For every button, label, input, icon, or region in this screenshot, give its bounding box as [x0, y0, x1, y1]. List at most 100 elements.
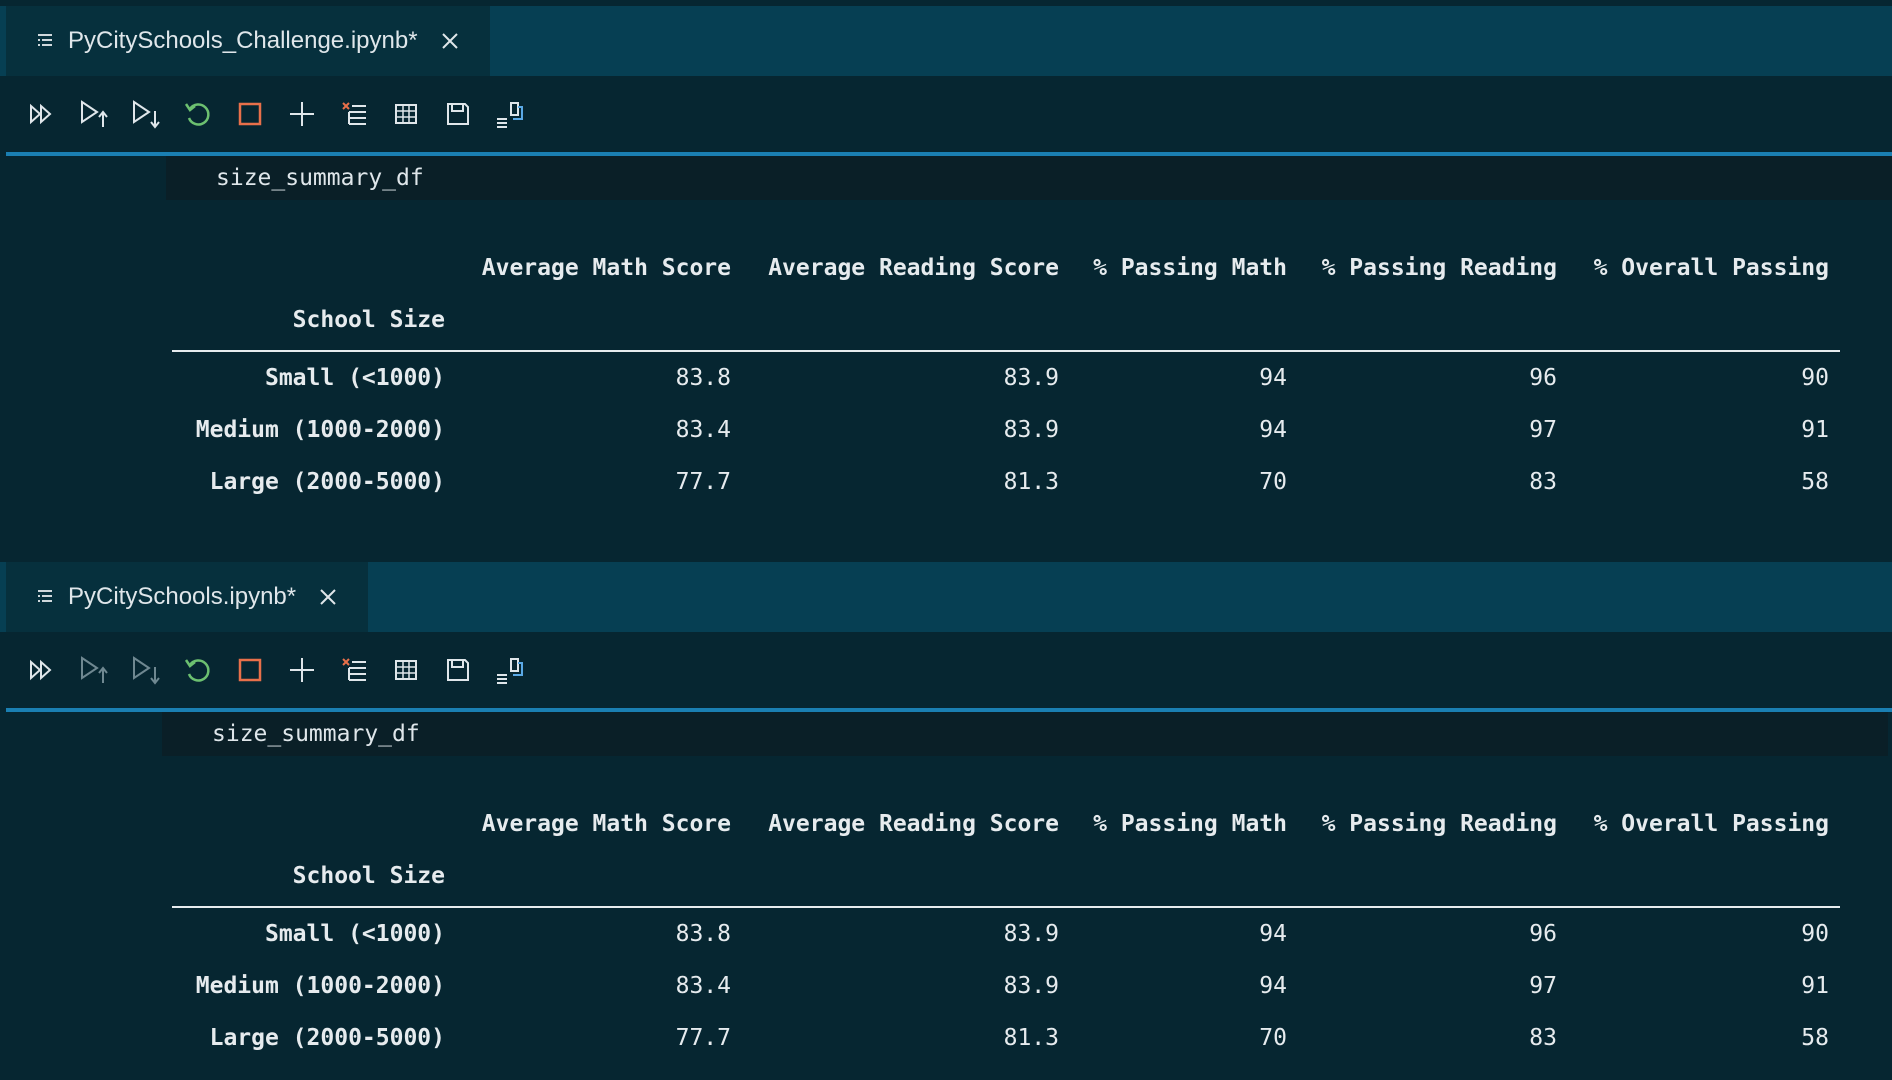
- table-cell: 90: [1801, 365, 1829, 391]
- column-header: % Passing Reading: [1321, 811, 1557, 837]
- column-header: Average Math Score: [481, 811, 731, 837]
- code-text: size_summary_df: [216, 165, 424, 191]
- run-above-button[interactable]: [72, 92, 116, 136]
- notebook-file-icon: [38, 590, 52, 602]
- save-button[interactable]: [436, 92, 480, 136]
- table-cell: 97: [1529, 417, 1557, 443]
- clear-outputs-button[interactable]: [332, 92, 376, 136]
- notebook-cells: size_summary_df Average Math Score Avera…: [6, 156, 1892, 556]
- table-cell: 81.3: [1003, 469, 1059, 495]
- table-row: Small (<1000) 83.8 83.9 94 96 90: [172, 352, 1840, 404]
- index-name-row: School Size: [172, 850, 1840, 902]
- table-cell: 96: [1529, 365, 1557, 391]
- variables-button[interactable]: [384, 92, 428, 136]
- table-cell: 90: [1801, 921, 1829, 947]
- table-cell: 81.3: [1003, 1025, 1059, 1051]
- tab-strip: PyCitySchools.ipynb*: [0, 562, 1892, 632]
- restart-kernel-button[interactable]: [176, 92, 220, 136]
- table-row: Medium (1000-2000) 83.4 83.9 94 97 91: [172, 960, 1840, 1012]
- notebook-file-icon: [38, 34, 52, 46]
- column-header: % Passing Math: [1093, 811, 1287, 837]
- run-below-button[interactable]: [124, 648, 168, 692]
- table-cell: 70: [1259, 469, 1287, 495]
- interrupt-kernel-button[interactable]: [228, 92, 272, 136]
- close-tab-icon[interactable]: [440, 31, 460, 51]
- table-cell: 83.8: [675, 365, 731, 391]
- table-cell: 83.9: [1003, 365, 1059, 391]
- table-cell: 77.7: [675, 469, 731, 495]
- column-header: % Overall Passing: [1593, 255, 1829, 281]
- table-cell: 58: [1801, 1025, 1829, 1051]
- run-below-icon: [133, 100, 160, 129]
- index-name-row: School Size: [172, 294, 1840, 346]
- index-name: School Size: [292, 307, 445, 333]
- notebook-pane-challenge: PyCitySchools_Challenge.ipynb* size_summ…: [0, 0, 1892, 557]
- dataframe-output: Average Math Score Average Reading Score…: [172, 242, 1840, 508]
- run-all-button[interactable]: [20, 92, 64, 136]
- table-cell: 94: [1259, 921, 1287, 947]
- row-label: Large (2000-5000): [209, 1025, 445, 1051]
- tab-pycityschools-challenge[interactable]: PyCitySchools_Challenge.ipynb*: [6, 6, 490, 76]
- run-above-button[interactable]: [72, 648, 116, 692]
- row-label: Small (<1000): [264, 921, 445, 947]
- tab-title: PyCitySchools_Challenge.ipynb*: [68, 27, 418, 54]
- column-header: Average Reading Score: [768, 255, 1059, 281]
- table-row: Large (2000-5000) 77.7 81.3 70 83 58: [172, 1012, 1840, 1064]
- table-cell: 94: [1259, 365, 1287, 391]
- table-row: Small (<1000) 83.8 83.9 94 96 90: [172, 908, 1840, 960]
- close-tab-icon[interactable]: [318, 587, 338, 607]
- notebook-toolbar: [6, 632, 1892, 712]
- table-header-row: Average Math Score Average Reading Score…: [172, 242, 1840, 294]
- table-cell: 94: [1259, 417, 1287, 443]
- clear-outputs-button[interactable]: [332, 648, 376, 692]
- row-label: Large (2000-5000): [209, 469, 445, 495]
- variables-icon: [395, 660, 417, 680]
- table-cell: 83: [1529, 1025, 1557, 1051]
- table-cell: 83.4: [675, 417, 731, 443]
- variables-button[interactable]: [384, 648, 428, 692]
- notebook-cells: size_summary_df Average Math Score Avera…: [6, 712, 1892, 1080]
- tab-pycityschools[interactable]: PyCitySchools.ipynb*: [6, 562, 369, 632]
- run-below-button[interactable]: [124, 92, 168, 136]
- clear-outputs-icon: [342, 102, 366, 125]
- table-cell: 77.7: [675, 1025, 731, 1051]
- table-cell: 96: [1529, 921, 1557, 947]
- interrupt-kernel-button[interactable]: [228, 648, 272, 692]
- run-above-icon: [81, 656, 108, 683]
- restart-kernel-button[interactable]: [176, 648, 220, 692]
- interrupt-kernel-icon: [238, 658, 262, 682]
- export-icon: [497, 658, 523, 684]
- add-cell-icon: [290, 658, 314, 682]
- table-cell: 83.9: [1003, 417, 1059, 443]
- notebook-pane-main: PyCitySchools.ipynb* size_summary_df Ave…: [0, 556, 1892, 1080]
- tab-strip: PyCitySchools_Challenge.ipynb*: [0, 6, 1892, 76]
- table-row: Large (2000-5000) 77.7 81.3 70 83 58: [172, 456, 1840, 508]
- run-all-icon: [30, 103, 52, 125]
- table-cell: 83: [1529, 469, 1557, 495]
- clear-outputs-icon: [342, 658, 366, 681]
- column-header: % Overall Passing: [1593, 811, 1829, 837]
- table-cell: 83.9: [1003, 973, 1059, 999]
- interrupt-kernel-icon: [238, 102, 262, 126]
- run-all-button[interactable]: [20, 648, 64, 692]
- add-cell-button[interactable]: [280, 648, 324, 692]
- export-button[interactable]: [488, 648, 532, 692]
- table-cell: 70: [1259, 1025, 1287, 1051]
- export-button[interactable]: [488, 92, 532, 136]
- code-cell[interactable]: size_summary_df: [166, 156, 1892, 200]
- variables-icon: [395, 104, 417, 124]
- table-cell: 91: [1801, 417, 1829, 443]
- table-cell: 83.9: [1003, 921, 1059, 947]
- notebook-toolbar: [6, 76, 1892, 156]
- table-cell: 83.8: [675, 921, 731, 947]
- table-cell: 94: [1259, 973, 1287, 999]
- code-text: size_summary_df: [212, 721, 420, 747]
- code-cell[interactable]: size_summary_df: [162, 712, 1888, 756]
- save-button[interactable]: [436, 648, 480, 692]
- export-icon: [497, 102, 523, 128]
- column-header: Average Reading Score: [768, 811, 1059, 837]
- index-name: School Size: [292, 863, 445, 889]
- table-header-row: Average Math Score Average Reading Score…: [172, 798, 1840, 850]
- add-cell-button[interactable]: [280, 92, 324, 136]
- table-cell: 58: [1801, 469, 1829, 495]
